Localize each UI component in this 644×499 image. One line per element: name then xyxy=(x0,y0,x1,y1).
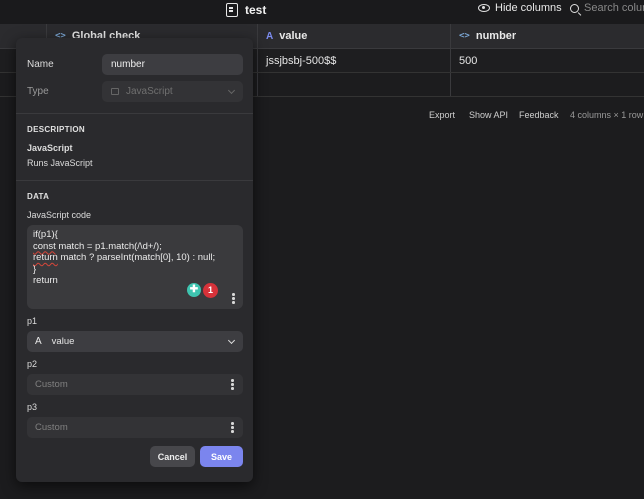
table-cell xyxy=(451,73,644,96)
feedback-button[interactable]: Feedback xyxy=(519,110,559,120)
cancel-button[interactable]: Cancel xyxy=(150,446,195,467)
search-input[interactable]: Search columns xyxy=(584,2,644,14)
show-api-button[interactable]: Show API xyxy=(469,110,508,120)
hide-columns-button[interactable]: Hide columns xyxy=(478,2,562,14)
name-label: Name xyxy=(27,59,54,70)
text-type-icon: A xyxy=(35,336,42,347)
data-heading: DATA xyxy=(27,192,50,201)
export-button[interactable]: Export xyxy=(429,110,455,120)
hide-columns-label: Hide columns xyxy=(495,2,562,14)
p1-select[interactable]: A value xyxy=(27,331,243,352)
code-line: return match ? parseInt(match[0], 10) : … xyxy=(33,252,237,264)
column-editor-panel: Name number Type JavaScript DESCRIPTION … xyxy=(16,38,253,482)
top-bar: test Hide columns Search columns xyxy=(0,0,644,24)
code-icon: <> xyxy=(459,31,470,41)
more-options-icon[interactable] xyxy=(232,293,235,304)
code-line: const match = p1.match(/\d+/); xyxy=(33,241,237,253)
search-columns[interactable]: Search columns xyxy=(570,2,644,14)
more-options-icon[interactable] xyxy=(231,379,234,390)
javascript-icon xyxy=(111,88,119,95)
name-field[interactable]: number xyxy=(102,54,243,75)
code-line: if(p1){ xyxy=(33,229,58,240)
p1-label: p1 xyxy=(27,316,38,326)
description-heading: DESCRIPTION xyxy=(27,125,85,134)
grid-summary: 4 columns × 1 row xyxy=(570,110,644,120)
ai-hint-icon[interactable]: ✚ xyxy=(187,283,201,297)
code-line: } xyxy=(33,263,37,275)
p2-input[interactable]: Custom xyxy=(27,374,243,395)
description-text: Runs JavaScript xyxy=(27,158,93,168)
chevron-down-icon xyxy=(227,336,236,345)
table-app-icon xyxy=(226,3,238,17)
divider xyxy=(16,113,253,114)
column-header-number[interactable]: <> number xyxy=(451,24,644,48)
table-cell[interactable]: 500 xyxy=(451,49,644,72)
table-cell[interactable]: jssjbsbj-500$$ xyxy=(258,49,451,72)
type-select[interactable]: JavaScript xyxy=(102,81,243,102)
p3-label: p3 xyxy=(27,402,38,412)
p3-input[interactable]: Custom xyxy=(27,417,243,438)
code-line-error-token: return xyxy=(33,252,58,263)
code-label: JavaScript code xyxy=(27,210,92,220)
type-label: Type xyxy=(27,86,49,97)
text-type-icon: A xyxy=(266,30,274,42)
error-count-badge[interactable]: 1 xyxy=(203,283,218,298)
description-title: JavaScript xyxy=(27,143,73,153)
code-line-error-token: const xyxy=(33,240,56,252)
eye-icon xyxy=(478,4,490,12)
app-title: test xyxy=(226,1,266,19)
p2-label: p2 xyxy=(27,359,38,369)
code-line-rest: match ? parseInt(match[0], 10) : null; xyxy=(57,252,216,263)
divider xyxy=(16,180,253,181)
save-button[interactable]: Save xyxy=(200,446,243,467)
app-title-text: test xyxy=(245,3,267,17)
table-cell xyxy=(258,73,451,96)
chevron-down-icon xyxy=(227,86,236,95)
column-header-value[interactable]: A value xyxy=(258,24,451,48)
code-line-rest: match = p1.match(/\d+/); xyxy=(55,240,162,252)
more-options-icon[interactable] xyxy=(231,422,234,433)
search-icon xyxy=(570,3,579,13)
